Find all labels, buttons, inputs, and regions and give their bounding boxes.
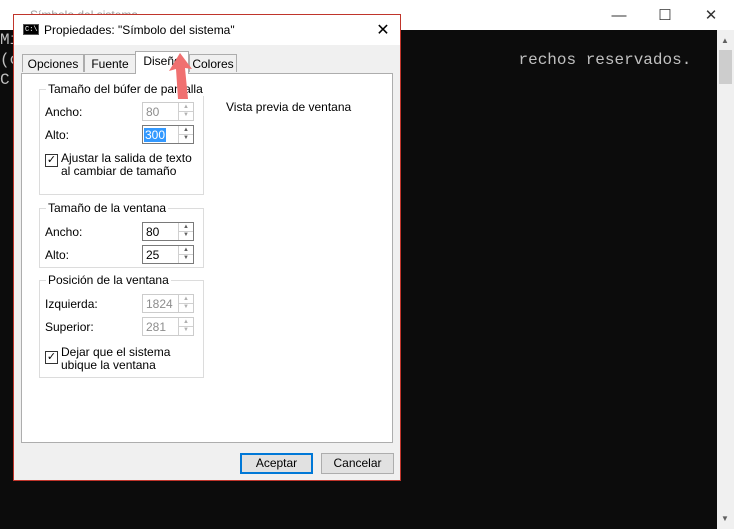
minimize-button[interactable]: — [596,0,642,30]
dialog-title: Propiedades: "Símbolo del sistema" [44,23,235,37]
stepper-value: 25 [146,248,160,262]
cancel-button[interactable]: Cancelar [321,453,394,474]
maximize-icon: ☐ [658,7,672,24]
buffer-height-stepper[interactable]: 300 ▲ ▼ [142,125,194,144]
properties-dialog: C:\ Propiedades: "Símbolo del sistema" ✕… [13,14,401,481]
minimize-icon: — [611,6,627,24]
console-scrollbar[interactable]: ▲ ▼ [717,30,734,529]
scroll-up-icon[interactable]: ▲ [721,36,729,45]
window-height-label: Alto: [45,248,70,262]
group-title: Posición de la ventana [46,273,171,287]
tab-colores[interactable]: Colores [189,54,237,72]
window-width-stepper[interactable]: 80 ▲ ▼ [142,222,194,241]
scroll-down-icon[interactable]: ▼ [721,514,729,523]
cmd-icon: C:\ [23,24,39,35]
arrow-down-icon[interactable]: ▼ [179,303,193,311]
console-close-button[interactable]: ✕ [688,0,734,30]
position-top-label: Superior: [45,320,94,334]
arrow-down-icon[interactable]: ▼ [179,326,193,334]
window-width-label: Ancho: [45,225,83,239]
annotation-arrow-icon [169,53,192,99]
dialog-titlebar[interactable]: C:\ Propiedades: "Símbolo del sistema" ✕ [14,15,400,45]
tab-opciones[interactable]: Opciones [22,54,84,72]
stepper-value: 80 [146,225,160,239]
stepper-value: 281 [146,320,167,334]
wrap-text-checkbox[interactable]: ✓ [45,154,58,167]
tab-label: Fuente [91,57,129,71]
arrow-down-icon[interactable]: ▼ [179,254,193,262]
group-title: Tamaño de la ventana [46,201,169,215]
auto-position-checkbox[interactable]: ✓ [45,351,58,364]
close-icon: ✕ [376,22,390,39]
window-size-group: Tamaño de la ventana Ancho: 80 ▲ ▼ Alto: … [39,201,204,268]
position-top-stepper[interactable]: 281 ▲ ▼ [142,317,194,336]
dialog-close-button[interactable]: ✕ [366,15,400,45]
stepper-value: 300 [144,128,167,142]
auto-position-label: Dejar que el sistema ubique la ventana [61,345,171,372]
arrow-down-icon[interactable]: ▼ [179,134,193,142]
buffer-height-label: Alto: [45,128,70,142]
position-left-label: Izquierda: [45,297,98,311]
arrow-down-icon[interactable]: ▼ [179,111,193,119]
tab-label: Opciones [27,57,79,71]
wrap-text-label: Ajustar la salida de texto al cambiar de… [61,151,192,178]
window-height-stepper[interactable]: 25 ▲ ▼ [142,245,194,264]
arrow-down-icon[interactable]: ▼ [179,231,193,239]
scroll-thumb[interactable] [719,50,732,84]
stepper-value: 80 [146,105,160,119]
close-icon: ✕ [704,7,718,24]
maximize-button[interactable]: ☐ [642,0,688,30]
position-left-stepper[interactable]: 1824 ▲ ▼ [142,294,194,313]
preview-label: Vista previa de ventana [226,100,352,114]
stepper-value: 1824 [146,297,173,311]
buffer-width-label: Ancho: [45,105,83,119]
buffer-size-group: Tamaño del búfer de pantalla Ancho: 80 ▲… [39,82,205,195]
ok-button[interactable]: Aceptar [240,453,313,474]
tab-fuente[interactable]: Fuente [84,54,136,72]
buffer-width-stepper[interactable]: 80 ▲ ▼ [142,102,194,121]
tab-label: Colores [192,57,234,71]
window-position-group: Posición de la ventana Izquierda: 1824 ▲… [39,273,204,378]
layout-tab-panel: Tamaño del búfer de pantalla Ancho: 80 ▲… [21,73,393,443]
